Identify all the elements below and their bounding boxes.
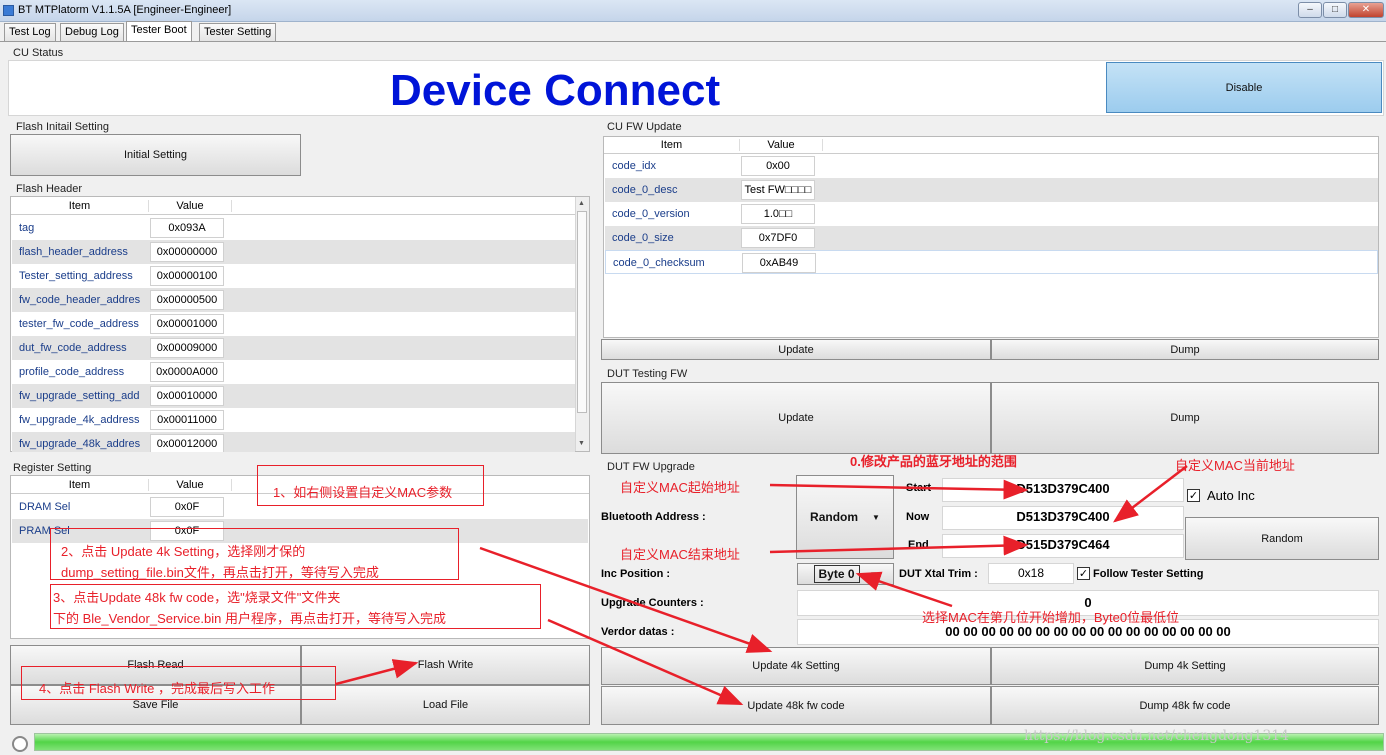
arrow-step-3 [547, 618, 744, 706]
arrow-start [769, 479, 1029, 500]
arrow-step-2 [479, 546, 773, 653]
arrow-step-4 [335, 659, 419, 686]
annotation-arrows [335, 465, 1188, 706]
arrow-byte [855, 571, 953, 608]
watermark: https://blog.csdn.net/chengdong1314 [1024, 728, 1290, 744]
arrow-now [1113, 465, 1188, 523]
arrow-end [769, 535, 1029, 556]
